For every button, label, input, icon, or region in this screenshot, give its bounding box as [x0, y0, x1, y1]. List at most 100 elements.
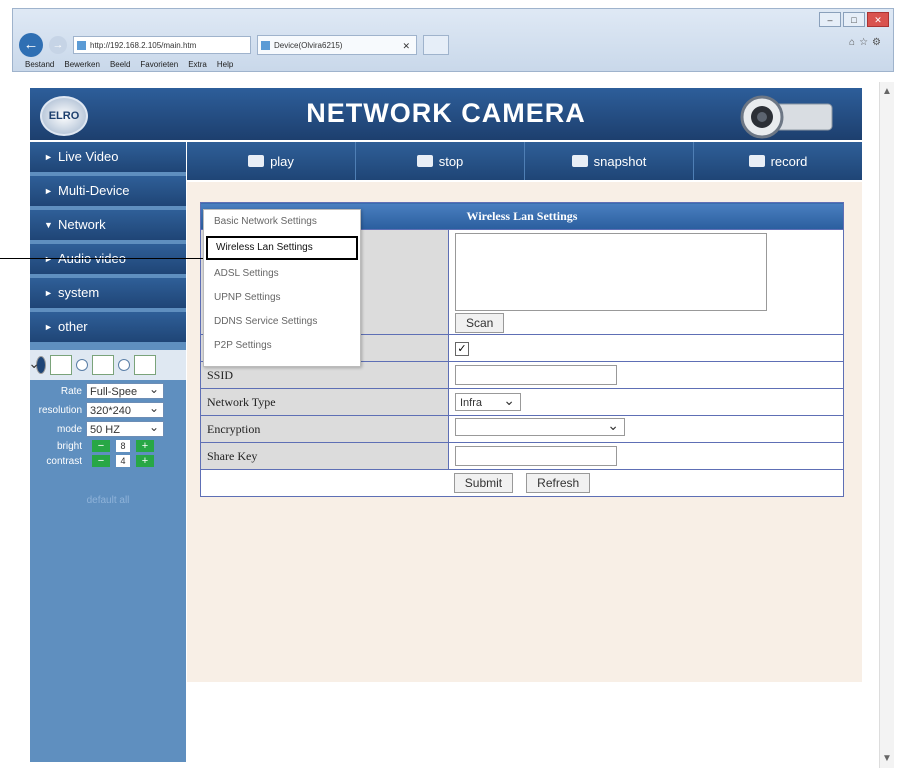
contrast-minus-button[interactable]: − [92, 455, 110, 467]
enable-wireless-cell: ✓ [448, 334, 844, 362]
play-button[interactable]: play [187, 142, 356, 180]
submenu-basic-network[interactable]: Basic Network Settings [204, 210, 360, 234]
scan-button[interactable]: Scan [455, 313, 505, 333]
window-controls: – □ ✕ [819, 12, 889, 27]
sidebar-item-live-video[interactable]: Live Video [30, 142, 186, 172]
sidebar-item-network[interactable]: Network [30, 210, 186, 240]
scrollbar[interactable]: ▲ ▼ [879, 82, 894, 768]
page-icon [77, 41, 86, 50]
network-submenu: Basic Network Settings Wireless Lan Sett… [203, 209, 361, 367]
gear-icon[interactable]: ⚙ [872, 37, 885, 48]
scroll-down-icon[interactable]: ▼ [882, 753, 892, 764]
camera-icon [740, 95, 833, 139]
stop-button[interactable]: stop [356, 142, 525, 180]
encryption-label: Encryption [200, 415, 449, 443]
enable-wireless-checkbox[interactable]: ✓ [455, 341, 469, 356]
rate-label: Rate [60, 385, 82, 397]
mode-label: mode [56, 423, 82, 435]
menu-help[interactable]: Help [217, 60, 233, 74]
menu-favorieten[interactable]: Favorieten [140, 60, 178, 74]
bright-minus-button[interactable]: − [92, 440, 110, 452]
maximize-button[interactable]: □ [843, 12, 865, 27]
sidebar: Live Video Multi-Device Network Audio vi… [28, 142, 186, 762]
home-icon[interactable]: ⌂ [849, 37, 859, 48]
browser-tab[interactable]: Device(Olvira6215) ✕ [257, 35, 417, 55]
contrast-control: contrast − 4 + [34, 455, 186, 467]
ssid-cell [448, 361, 844, 389]
wireless-network-list[interactable] [455, 233, 767, 311]
record-button[interactable]: record [694, 142, 862, 180]
snapshot-button[interactable]: snapshot [525, 142, 694, 180]
resolution-select[interactable]: 320*240 [86, 400, 164, 418]
encryption-cell [448, 415, 844, 443]
layout-single-icon [50, 355, 72, 375]
layout-quad-icon [92, 355, 114, 375]
bright-plus-button[interactable]: + [136, 440, 154, 452]
address-text: http://192.168.2.105/main.htm [90, 41, 197, 50]
address-bar[interactable]: http://192.168.2.105/main.htm [73, 36, 251, 54]
submenu-adsl[interactable]: ADSL Settings [204, 262, 360, 286]
favorites-icon[interactable]: ☆ [859, 37, 872, 48]
back-button[interactable]: ← [19, 33, 43, 57]
scroll-up-icon[interactable]: ▲ [882, 86, 892, 97]
sidebar-item-other[interactable]: other [30, 312, 186, 342]
layout-nine-icon [134, 355, 156, 375]
layout-quad-radio[interactable] [76, 359, 88, 371]
sidebar-item-system[interactable]: system [30, 278, 186, 308]
record-icon [748, 155, 765, 167]
callout-line [0, 258, 203, 259]
new-tab-button[interactable] [423, 35, 449, 55]
play-icon [248, 155, 265, 167]
share-key-label: Share Key [200, 442, 449, 470]
layout-nine-radio[interactable] [118, 359, 130, 371]
camera-header: ELRO NETWORK CAMERA [30, 88, 862, 140]
ssid-input[interactable] [455, 365, 617, 385]
contrast-plus-button[interactable]: + [136, 455, 154, 467]
network-type-select[interactable]: Infra [455, 391, 521, 411]
submenu-upnp[interactable]: UPNP Settings [204, 286, 360, 310]
sidebar-item-audio-video[interactable]: Audio video [30, 244, 186, 274]
layout-selector [28, 350, 186, 380]
browser-window: – □ ✕ ← → http://192.168.2.105/main.htm … [12, 8, 894, 72]
layout-single-radio[interactable] [28, 354, 46, 374]
minimize-button[interactable]: – [819, 12, 841, 27]
bright-label: bright [56, 440, 82, 452]
menu-extra[interactable]: Extra [188, 60, 207, 74]
stop-label: stop [438, 153, 464, 169]
menu-bestand[interactable]: Bestand [25, 60, 54, 74]
encryption-select[interactable] [455, 416, 625, 436]
wireless-list-cell: Scan [448, 229, 844, 335]
share-key-input[interactable] [455, 446, 617, 466]
mode-select[interactable]: 50 HZ [86, 419, 164, 437]
close-tab-icon[interactable]: ✕ [402, 36, 410, 56]
mode-control: mode 50 HZ [34, 419, 186, 437]
resolution-control: resolution 320*240 [34, 400, 186, 418]
contrast-value: 4 [116, 455, 130, 467]
form-actions: Submit Refresh [200, 469, 844, 497]
snapshot-label: snapshot [593, 153, 647, 169]
share-key-cell [448, 442, 844, 470]
resolution-label: resolution [38, 404, 82, 416]
tab-title: Device(Olvira6215) [274, 41, 343, 50]
menu-bewerken[interactable]: Bewerken [64, 60, 100, 74]
sidebar-item-multi-device[interactable]: Multi-Device [30, 176, 186, 206]
submenu-p2p[interactable]: P2P Settings [204, 334, 360, 358]
forward-button[interactable]: → [49, 36, 67, 54]
default-all-link[interactable]: default all [30, 495, 186, 506]
close-window-button[interactable]: ✕ [867, 12, 889, 27]
video-toolbar: play stop snapshot record [187, 142, 862, 180]
menu-bar: Bestand Bewerken Beeld Favorieten Extra … [25, 60, 233, 74]
bright-value: 8 [116, 440, 130, 452]
stop-icon [416, 155, 433, 167]
tab-icon [261, 41, 270, 50]
submit-button[interactable]: Submit [453, 473, 514, 493]
submenu-wireless-lan[interactable]: Wireless Lan Settings [206, 236, 358, 260]
menu-beeld[interactable]: Beeld [110, 60, 130, 74]
record-label: record [770, 153, 808, 169]
refresh-button[interactable]: Refresh [526, 473, 591, 493]
network-type-label: Network Type [200, 388, 449, 416]
rate-control: Rate Full-Spee [34, 381, 186, 399]
submenu-ddns[interactable]: DDNS Service Settings [204, 310, 360, 334]
network-type-cell: Infra [448, 388, 844, 416]
rate-select[interactable]: Full-Spee [86, 381, 164, 399]
